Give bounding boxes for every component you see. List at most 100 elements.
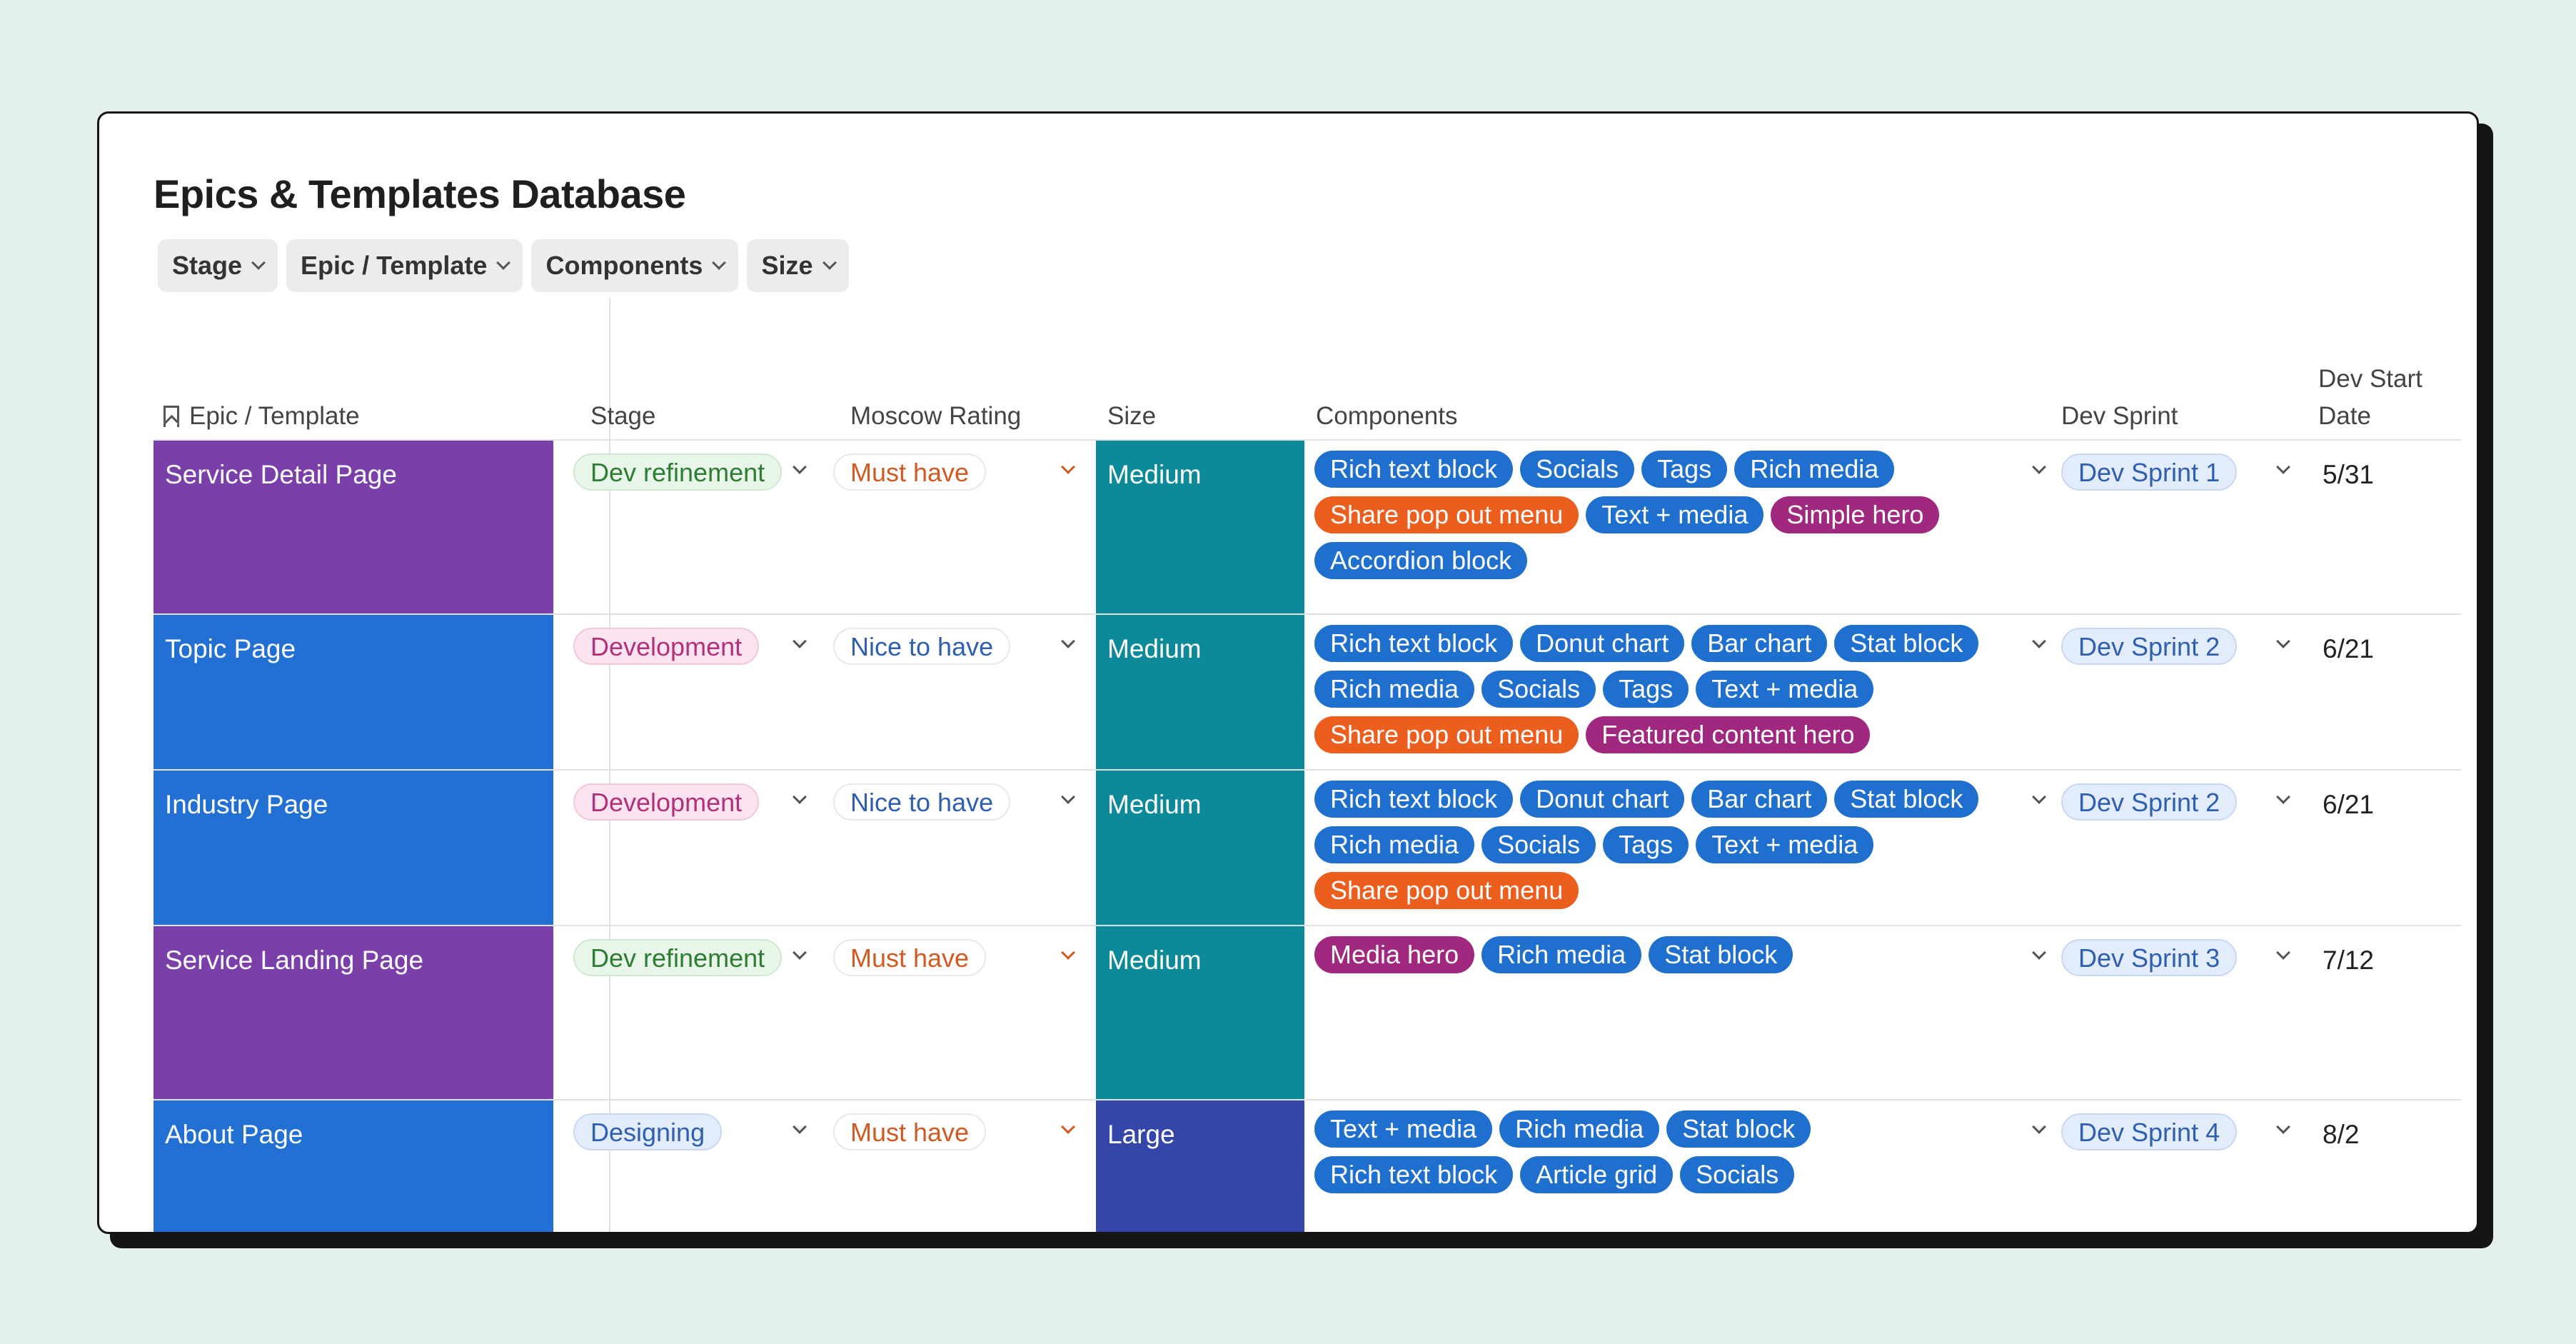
dev-start-date-cell[interactable]: 7/12 xyxy=(2318,926,2461,1099)
chevron-down-icon[interactable] xyxy=(793,1120,807,1134)
component-tag: Rich text block xyxy=(1314,781,1514,818)
header-dev-start-date[interactable]: Dev Start Date xyxy=(2318,361,2454,435)
filter-stage[interactable]: Stage xyxy=(158,239,278,292)
header-stage[interactable]: Stage xyxy=(590,398,655,435)
chevron-down-icon[interactable] xyxy=(1061,460,1075,474)
component-tag: Rich text block xyxy=(1314,625,1514,662)
dev-sprint-cell[interactable]: Dev Sprint 3 xyxy=(2061,926,2290,1099)
chevron-down-icon[interactable] xyxy=(2276,946,2290,960)
epic-name-cell[interactable]: Service Landing Page xyxy=(154,926,553,1099)
moscow-cell[interactable]: Must have xyxy=(833,926,1076,1099)
chevron-down-icon[interactable] xyxy=(793,634,807,648)
stage-pill: Development xyxy=(573,628,760,665)
components-dropdown[interactable] xyxy=(2018,926,2061,1099)
size-cell[interactable]: Medium xyxy=(1096,441,1304,613)
table-row[interactable]: Topic Page Development Nice to have Mediu… xyxy=(154,615,2461,771)
dev-start-date-cell[interactable]: 6/21 xyxy=(2318,615,2461,769)
chevron-down-icon[interactable] xyxy=(1061,634,1075,648)
moscow-cell[interactable]: Nice to have xyxy=(833,615,1076,769)
header-dev-sprint[interactable]: Dev Sprint xyxy=(2061,398,2178,435)
component-tag: Stat block xyxy=(1834,625,1979,662)
epic-name-cell[interactable]: Topic Page xyxy=(154,615,553,769)
chevron-down-icon[interactable] xyxy=(2276,634,2290,648)
filter-size[interactable]: Size xyxy=(747,239,849,292)
components-dropdown[interactable] xyxy=(2018,615,2061,769)
epic-name-cell[interactable]: About Page xyxy=(154,1100,553,1232)
table-row[interactable]: Service Landing Page Dev refinement Must … xyxy=(154,926,2461,1100)
chevron-down-icon[interactable] xyxy=(2276,1120,2290,1134)
header-moscow[interactable]: Moscow Rating xyxy=(850,398,1021,435)
component-tag: Share pop out menu xyxy=(1314,872,1579,909)
chevron-down-icon[interactable] xyxy=(793,790,807,804)
components-cell[interactable]: Rich text block Donut chart Bar chart Stat … xyxy=(1304,771,2018,925)
dev-sprint-cell[interactable]: Dev Sprint 1 xyxy=(2061,441,2290,613)
chevron-down-icon[interactable] xyxy=(1061,790,1075,804)
chevron-down-icon[interactable] xyxy=(1061,946,1075,960)
components-cell[interactable]: Text + media Rich media Stat block Rich tex… xyxy=(1304,1100,2018,1232)
table-row[interactable]: Industry Page Development Nice to have Me… xyxy=(154,771,2461,926)
header-size[interactable]: Size xyxy=(1107,398,1156,435)
header-epic[interactable]: Epic / Template xyxy=(163,398,360,435)
size-cell[interactable]: Medium xyxy=(1096,771,1304,925)
stage-pill: Dev refinement xyxy=(573,453,783,491)
stage-cell[interactable]: Development xyxy=(573,771,816,925)
dev-sprint-cell[interactable]: Dev Sprint 2 xyxy=(2061,615,2290,769)
components-cell[interactable]: Rich text block Socials Tags Rich media Shar… xyxy=(1304,441,2018,613)
chevron-down-icon[interactable] xyxy=(793,946,807,960)
epic-name-cell[interactable]: Industry Page xyxy=(154,771,553,925)
chevron-down-icon[interactable] xyxy=(2032,946,2046,960)
component-tag: Stat block xyxy=(1649,936,1793,973)
size-cell[interactable]: Medium xyxy=(1096,926,1304,1099)
component-tag: Stat block xyxy=(1834,781,1979,818)
epic-name-cell[interactable]: Service Detail Page xyxy=(154,441,553,613)
size-cell[interactable]: Large xyxy=(1096,1100,1304,1232)
dev-start-date-cell[interactable]: 6/21 xyxy=(2318,771,2461,925)
stage-pill: Development xyxy=(573,783,760,821)
component-tag: Rich media xyxy=(1481,936,1642,973)
moscow-cell[interactable]: Must have xyxy=(833,1100,1076,1232)
moscow-pill: Must have xyxy=(833,453,987,491)
chevron-down-icon[interactable] xyxy=(1061,1120,1075,1134)
component-tag: Tags xyxy=(1603,671,1689,708)
components-dropdown[interactable] xyxy=(2018,1100,2061,1232)
moscow-pill: Must have xyxy=(833,939,987,976)
stage-cell[interactable]: Dev refinement xyxy=(573,926,816,1099)
size-cell[interactable]: Medium xyxy=(1096,615,1304,769)
dev-start-date-cell[interactable]: 8/2 xyxy=(2318,1100,2461,1232)
stage-cell[interactable]: Designing xyxy=(573,1100,816,1232)
moscow-pill: Must have xyxy=(833,1113,987,1150)
component-tag: Donut chart xyxy=(1520,781,1685,818)
component-tag: Rich media xyxy=(1314,826,1475,863)
components-cell[interactable]: Media hero Rich media Stat block xyxy=(1304,926,2018,1099)
chevron-down-icon[interactable] xyxy=(2276,790,2290,804)
stage-cell[interactable]: Development xyxy=(573,615,816,769)
table-row[interactable]: Service Detail Page Dev refinement Must h… xyxy=(154,441,2461,615)
header-components[interactable]: Components xyxy=(1316,398,1457,435)
chevron-down-icon[interactable] xyxy=(2276,460,2290,474)
filter-label: Size xyxy=(761,251,813,280)
component-tag: Tags xyxy=(1603,826,1689,863)
component-tag: Donut chart xyxy=(1520,625,1685,662)
chevron-down-icon[interactable] xyxy=(2032,634,2046,648)
component-tag: Rich text block xyxy=(1314,1156,1514,1193)
moscow-cell[interactable]: Must have xyxy=(833,441,1076,613)
stage-cell[interactable]: Dev refinement xyxy=(573,441,816,613)
components-dropdown[interactable] xyxy=(2018,441,2061,613)
dev-start-date-cell[interactable]: 5/31 xyxy=(2318,441,2461,613)
components-cell[interactable]: Rich text block Donut chart Bar chart Stat … xyxy=(1304,615,2018,769)
chevron-down-icon[interactable] xyxy=(793,460,807,474)
dev-sprint-cell[interactable]: Dev Sprint 4 xyxy=(2061,1100,2290,1232)
moscow-cell[interactable]: Nice to have xyxy=(833,771,1076,925)
filter-components[interactable]: Components xyxy=(531,239,739,292)
chevron-down-icon[interactable] xyxy=(2032,460,2046,474)
sprint-pill: Dev Sprint 3 xyxy=(2061,939,2238,976)
filter-label: Components xyxy=(545,251,703,280)
table-row[interactable]: About Page Designing Must have Large Text … xyxy=(154,1100,2461,1232)
dev-sprint-cell[interactable]: Dev Sprint 2 xyxy=(2061,771,2290,925)
component-tag: Text + media xyxy=(1696,826,1874,863)
database-table: Epic / Template Stage Moscow Rating Size… xyxy=(154,298,2461,1232)
chevron-down-icon[interactable] xyxy=(2032,1120,2046,1134)
filter-epic-template[interactable]: Epic / Template xyxy=(286,239,523,292)
chevron-down-icon[interactable] xyxy=(2032,790,2046,804)
components-dropdown[interactable] xyxy=(2018,771,2061,925)
